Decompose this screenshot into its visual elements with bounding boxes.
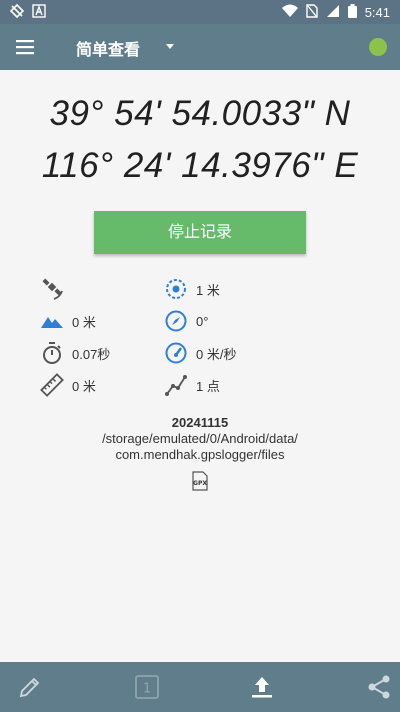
status-left bbox=[9, 3, 46, 21]
log-file-path: /storage/emulated/0/Android/data/ com.me… bbox=[0, 431, 400, 463]
gpx-icon-label: GPX bbox=[193, 480, 207, 487]
direction-value: 0° bbox=[196, 313, 209, 329]
gpx-file-icon: GPX bbox=[189, 471, 211, 491]
stat-altitude: 0 米 bbox=[40, 309, 96, 333]
upload-button[interactable] bbox=[249, 674, 275, 700]
clock: 5:41 bbox=[364, 5, 390, 20]
logging-status-indicator bbox=[369, 38, 387, 56]
signal-icon bbox=[326, 4, 340, 21]
log-file-path-line2: com.mendhak.gpslogger/files bbox=[115, 447, 285, 462]
stopwatch-icon bbox=[40, 341, 64, 365]
accuracy-value: 1 米 bbox=[196, 282, 220, 298]
upload-icon bbox=[252, 677, 272, 698]
no-sim-icon bbox=[305, 4, 318, 21]
duration-value: 0.07秒 bbox=[72, 346, 111, 362]
satellite-icon bbox=[40, 277, 64, 301]
battery-icon bbox=[347, 4, 357, 21]
ruler-icon bbox=[40, 373, 64, 397]
longitude-display: 116° 24' 14.3976" E bbox=[41, 146, 359, 185]
no-gps-icon bbox=[9, 3, 25, 21]
caret-down-icon bbox=[166, 44, 174, 49]
status-right: 5:41 bbox=[281, 4, 390, 21]
compass-icon bbox=[164, 309, 188, 333]
stat-points: 1 点 bbox=[164, 373, 220, 397]
stat-direction: 0° bbox=[164, 309, 208, 333]
latitude-display: 39° 54' 54.0033" N bbox=[49, 94, 351, 133]
speed-value: 0 米/秒 bbox=[196, 346, 237, 362]
altitude-value: 0 米 bbox=[72, 314, 96, 330]
log-file-path-line1: /storage/emulated/0/Android/data/ bbox=[102, 431, 298, 446]
speedometer-icon bbox=[164, 341, 188, 365]
share-icon bbox=[368, 675, 390, 699]
page-number-button[interactable]: 1 bbox=[134, 674, 160, 700]
hamburger-menu-icon bbox=[16, 40, 34, 55]
app-bar: 简单查看 bbox=[0, 24, 400, 70]
stat-satellites bbox=[40, 277, 72, 301]
simple-view: 39° 54' 54.0033" N 116° 24' 14.3976" E 停… bbox=[0, 70, 400, 662]
view-dropdown-caret[interactable] bbox=[164, 39, 176, 57]
bottom-action-bar: 1 bbox=[0, 662, 400, 712]
stat-accuracy: 1 米 bbox=[164, 277, 220, 301]
page-number-icon: 1 bbox=[135, 675, 159, 699]
distance-value: 0 米 bbox=[72, 378, 96, 394]
share-button[interactable] bbox=[366, 674, 392, 700]
pencil-icon bbox=[19, 677, 40, 698]
stop-logging-button[interactable]: 停止记录 bbox=[94, 211, 306, 254]
wifi-icon bbox=[281, 4, 298, 21]
stat-speed: 0 米/秒 bbox=[164, 341, 236, 365]
stat-distance: 0 米 bbox=[40, 373, 96, 397]
menu-button[interactable] bbox=[14, 36, 36, 58]
stat-duration: 0.07秒 bbox=[40, 341, 110, 365]
status-bar: 5:41 bbox=[0, 0, 400, 24]
annotate-button[interactable] bbox=[17, 674, 43, 700]
mountain-altitude-icon bbox=[40, 309, 64, 333]
points-value: 1 点 bbox=[196, 378, 220, 394]
view-selector-title[interactable]: 简单查看 bbox=[76, 36, 140, 60]
log-file-name: 20241115 bbox=[171, 415, 229, 430]
accuracy-crosshair-icon bbox=[164, 277, 188, 301]
track-points-icon bbox=[164, 373, 188, 397]
notification-a-icon bbox=[32, 4, 46, 21]
page-number-label: 1 bbox=[143, 682, 151, 697]
